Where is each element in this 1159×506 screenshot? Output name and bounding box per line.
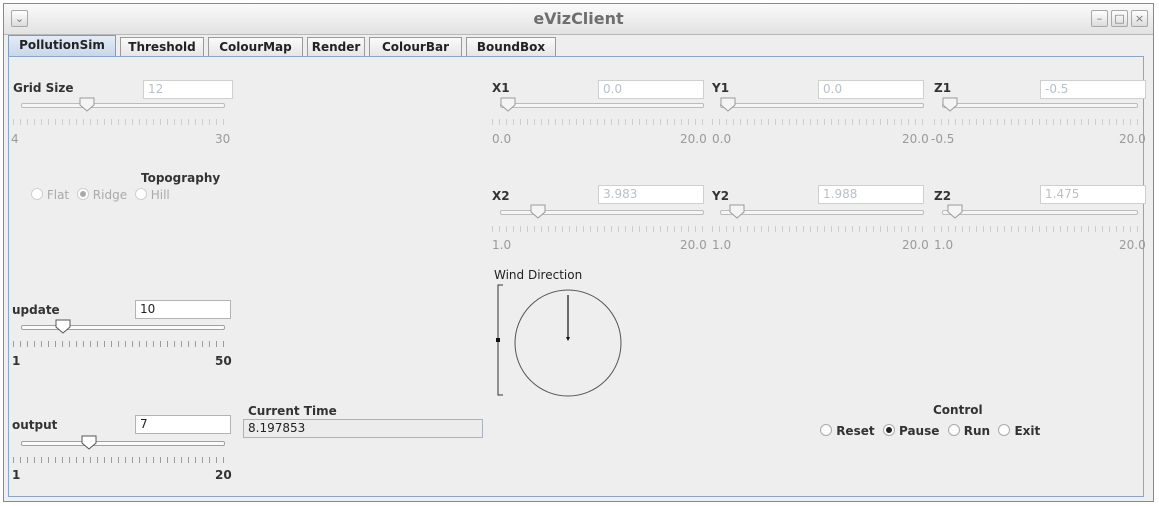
slider-track[interactable]: [21, 103, 225, 108]
control-radio-group: Reset Pause Run Exit: [820, 424, 1044, 438]
x2-field[interactable]: 3.983: [598, 185, 704, 204]
output-field[interactable]: 7: [135, 415, 231, 434]
title-bar[interactable]: ⌄ eVizClient – □ ×: [4, 4, 1153, 35]
tab-pollutionsim[interactable]: PollutionSim: [8, 35, 116, 57]
slider-track[interactable]: [21, 325, 225, 330]
y1-label: Y1: [712, 81, 730, 95]
topography-label: Topography: [141, 171, 221, 185]
maximize-icon[interactable]: □: [1111, 10, 1128, 27]
z1-label: Z1: [934, 81, 952, 95]
slider-track[interactable]: [720, 103, 924, 108]
control-label: Control: [933, 403, 983, 417]
topography-radio-group: Flat Ridge Hill: [31, 188, 174, 202]
slider-track[interactable]: [500, 103, 704, 108]
output-label: output: [12, 418, 58, 432]
x2-min-label: 1.0: [492, 238, 512, 252]
update-field[interactable]: 10: [135, 300, 231, 319]
update-slider[interactable]: [13, 319, 227, 353]
slider-thumb[interactable]: [79, 97, 95, 112]
slider-track[interactable]: [942, 103, 1138, 108]
slider-ticks: [934, 119, 1140, 125]
z2-label: Z2: [934, 189, 952, 203]
slider-thumb[interactable]: [500, 97, 516, 112]
slider-ticks: [934, 226, 1140, 232]
y2-min-label: 1.0: [712, 238, 732, 252]
slider-track[interactable]: [942, 210, 1138, 215]
topography-option-hill[interactable]: Hill: [134, 188, 170, 202]
update-label: update: [12, 303, 60, 317]
slider-thumb[interactable]: [55, 319, 71, 334]
tab-boundbox[interactable]: BoundBox: [466, 37, 556, 56]
topography-option-flat[interactable]: Flat: [31, 188, 69, 202]
y2-field[interactable]: 1.988: [818, 185, 924, 204]
grid-size-slider[interactable]: [13, 97, 227, 131]
y2-slider[interactable]: [712, 204, 926, 238]
x1-max-label: 20.0: [680, 132, 707, 146]
control-option-pause[interactable]: Pause: [882, 424, 939, 438]
slider-thumb[interactable]: [942, 97, 958, 112]
update-max-label: 50: [215, 354, 232, 368]
z2-field[interactable]: 1.475: [1040, 185, 1146, 204]
y1-slider[interactable]: [712, 97, 926, 131]
slider-thumb[interactable]: [729, 204, 745, 219]
wind-direction-arrowhead: [566, 337, 570, 341]
output-max-label: 20: [215, 468, 232, 482]
control-option-exit[interactable]: Exit: [998, 424, 1040, 438]
control-option-reset[interactable]: Reset: [820, 424, 875, 438]
slider-ticks: [712, 226, 926, 232]
slider-track[interactable]: [21, 441, 225, 446]
grid-size-max-label: 30: [215, 132, 231, 146]
close-icon[interactable]: ×: [1131, 10, 1148, 27]
current-time-label: Current Time: [248, 404, 337, 418]
tab-colourbar[interactable]: ColourBar: [369, 37, 462, 56]
x1-label: X1: [492, 81, 510, 95]
tab-threshold[interactable]: Threshold: [120, 37, 204, 56]
topography-option-ridge[interactable]: Ridge: [76, 188, 127, 202]
wind-elevation-marker[interactable]: [496, 338, 500, 342]
y1-min-label: 0.0: [712, 132, 732, 146]
grid-size-min-label: 4: [11, 132, 19, 146]
z1-min-label: -0.5: [931, 132, 955, 146]
update-min-label: 1: [12, 354, 21, 368]
x1-min-label: 0.0: [492, 132, 512, 146]
slider-ticks: [13, 341, 227, 347]
slider-thumb[interactable]: [947, 204, 963, 219]
y1-max-label: 20.0: [902, 132, 929, 146]
slider-thumb[interactable]: [720, 97, 736, 112]
x2-label: X2: [492, 189, 510, 203]
slider-ticks: [13, 457, 227, 463]
control-option-run[interactable]: Run: [947, 424, 990, 438]
z1-max-label: 20.0: [1119, 132, 1146, 146]
z2-max-label: 20.0: [1119, 238, 1146, 252]
tab-bar: PollutionSim Threshold ColourMap Render …: [8, 34, 1155, 57]
window-title: eVizClient: [533, 9, 624, 28]
current-time-field: 8.197853: [243, 419, 483, 438]
grid-size-label: Grid Size: [13, 81, 74, 95]
slider-ticks: [13, 119, 227, 125]
wind-direction-widget: [496, 284, 622, 397]
slider-ticks: [712, 119, 926, 125]
y2-max-label: 20.0: [902, 238, 929, 252]
wind-direction-label: Wind Direction: [494, 268, 583, 282]
slider-thumb[interactable]: [530, 204, 546, 219]
pollutionsim-panel: Grid Size 12 4 30 Topography Flat Ridge …: [8, 56, 1146, 497]
tab-render[interactable]: Render: [307, 37, 365, 56]
slider-thumb[interactable]: [81, 435, 97, 450]
x1-slider[interactable]: [492, 97, 706, 131]
x2-max-label: 20.0: [680, 238, 707, 252]
tab-colourmap[interactable]: ColourMap: [208, 37, 303, 56]
z2-min-label: 1.0: [934, 238, 954, 252]
slider-ticks: [492, 119, 706, 125]
z1-slider[interactable]: [934, 97, 1140, 131]
y2-label: Y2: [712, 189, 730, 203]
output-min-label: 1: [12, 468, 21, 482]
x2-slider[interactable]: [492, 204, 706, 238]
slider-track[interactable]: [720, 210, 924, 215]
z2-slider[interactable]: [934, 204, 1140, 238]
output-slider[interactable]: [13, 435, 227, 469]
minimize-icon[interactable]: –: [1091, 10, 1108, 27]
slider-ticks: [492, 226, 706, 232]
